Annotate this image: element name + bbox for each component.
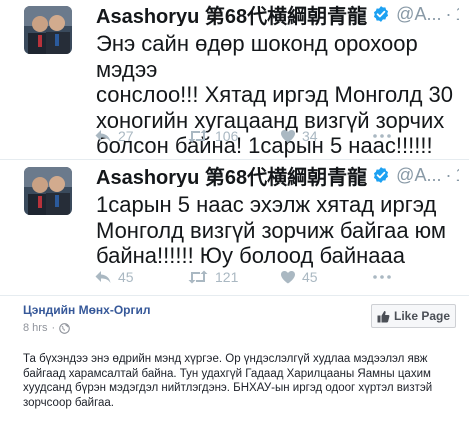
verified-badge-icon bbox=[374, 6, 389, 22]
avatar[interactable] bbox=[24, 167, 72, 215]
display-name[interactable]: Asashoryu 第68代横綱朝青龍 bbox=[96, 2, 367, 27]
post-author[interactable]: Цэндийн Мөнх-Оргил bbox=[23, 303, 151, 317]
tweet-text: 1сарын 5 наас эхэлж хятад иргэд Монголд … bbox=[96, 192, 447, 268]
like-button[interactable]: 45 bbox=[280, 269, 373, 285]
tweet-header: Asashoryu 第68代横綱朝青龍 @A... · 15h bbox=[96, 2, 459, 27]
post-text: Та бүхэндээ энэ өдрийн мэнд хүргэе. Ор ү… bbox=[23, 353, 433, 410]
handle[interactable]: @A... bbox=[396, 165, 441, 186]
more-icon bbox=[373, 134, 391, 138]
more-button[interactable] bbox=[373, 275, 403, 279]
tweet-actions: 45 121 45 bbox=[94, 269, 403, 285]
reply-icon bbox=[95, 271, 111, 283]
verified-badge-icon bbox=[374, 167, 389, 183]
separator-dot: · bbox=[445, 164, 452, 185]
timestamp[interactable]: 15h bbox=[455, 165, 459, 186]
post-time[interactable]: 8 hrs bbox=[23, 322, 47, 334]
heart-icon bbox=[281, 130, 295, 143]
like-button[interactable]: 34 bbox=[280, 128, 373, 144]
thumbs-up-icon bbox=[377, 310, 390, 322]
separator-dot: · bbox=[445, 3, 452, 24]
tweet: Asashoryu 第68代横綱朝青龍 @A... · 15h Энэ сайн… bbox=[0, 0, 469, 160]
like-count: 45 bbox=[302, 269, 318, 285]
reply-icon bbox=[95, 130, 111, 142]
globe-icon bbox=[59, 322, 70, 334]
display-name[interactable]: Asashoryu 第68代横綱朝青龍 bbox=[96, 163, 367, 188]
retweet-count: 106 bbox=[215, 128, 239, 144]
separator-dot: · bbox=[51, 322, 56, 334]
more-button[interactable] bbox=[373, 134, 403, 138]
avatar[interactable] bbox=[24, 6, 72, 54]
like-count: 34 bbox=[302, 128, 318, 144]
retweet-count: 121 bbox=[215, 269, 239, 285]
retweet-icon bbox=[188, 129, 208, 143]
tweet: Asashoryu 第68代横綱朝青龍 @A... · 15h 1сарын 5… bbox=[0, 161, 469, 296]
like-page-button[interactable]: Like Page bbox=[371, 304, 456, 328]
reply-count: 45 bbox=[118, 269, 134, 285]
heart-icon bbox=[281, 271, 295, 284]
post-meta: 8 hrs · bbox=[23, 322, 70, 334]
tweet-header: Asashoryu 第68代横綱朝青龍 @A... · 15h bbox=[96, 163, 459, 188]
retweet-button[interactable]: 106 bbox=[187, 128, 280, 144]
retweet-button[interactable]: 121 bbox=[187, 269, 280, 285]
handle[interactable]: @A... bbox=[396, 4, 441, 25]
like-page-label: Like Page bbox=[393, 309, 451, 323]
tweet-actions: 27 106 34 bbox=[94, 128, 403, 144]
retweet-icon bbox=[188, 270, 208, 284]
timestamp[interactable]: 15h bbox=[455, 4, 459, 25]
facebook-post: Цэндийн Мөнх-Оргил 8 hrs · Like Page Та … bbox=[11, 300, 458, 426]
reply-count: 27 bbox=[118, 128, 134, 144]
more-icon bbox=[373, 275, 391, 279]
reply-button[interactable]: 27 bbox=[94, 128, 187, 144]
reply-button[interactable]: 45 bbox=[94, 269, 187, 285]
